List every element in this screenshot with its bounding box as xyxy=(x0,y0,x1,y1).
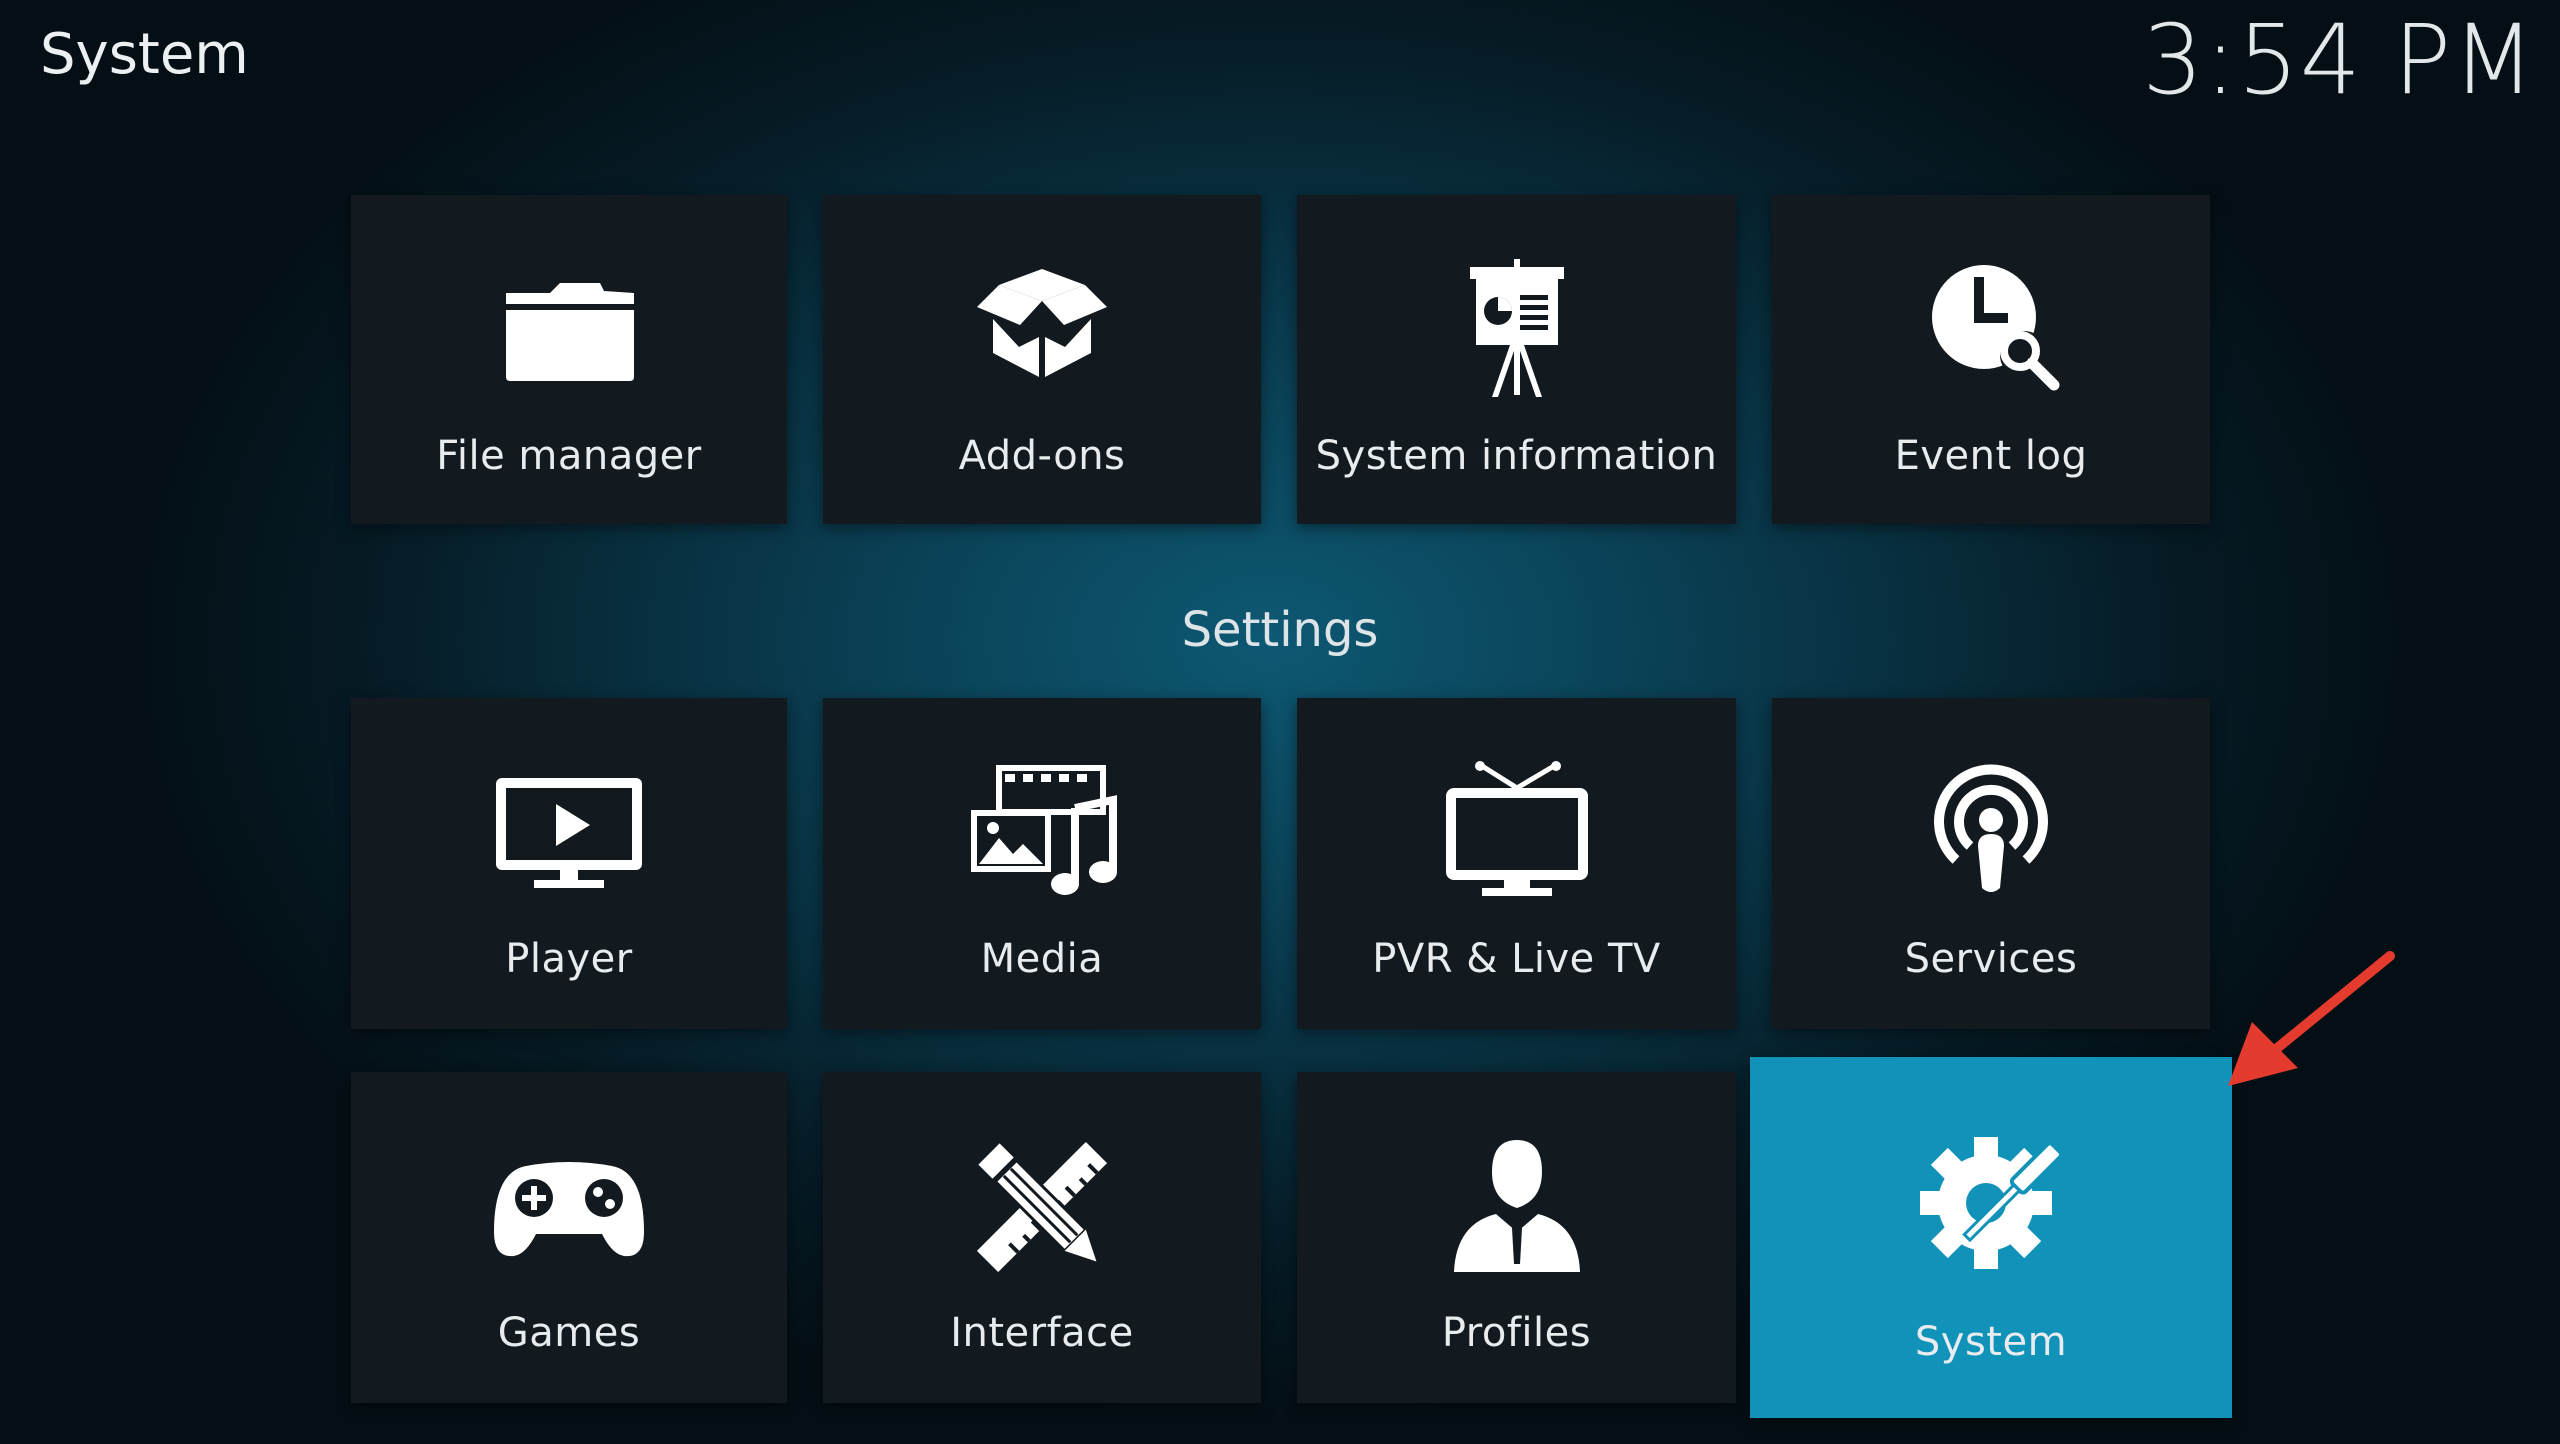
tile-pvr-live-tv[interactable]: PVR & Live TV xyxy=(1297,698,1736,1029)
tile-label: System information xyxy=(1315,433,1718,479)
settings-section-heading: Settings xyxy=(1181,602,1379,658)
tile-label: Services xyxy=(1904,936,2078,982)
media-collage-icon xyxy=(957,758,1127,908)
pencil-ruler-icon xyxy=(957,1132,1127,1282)
tile-event-log[interactable]: Event log xyxy=(1772,195,2210,524)
tile-player[interactable]: Player xyxy=(351,698,787,1029)
tile-label: Profiles xyxy=(1441,1310,1592,1356)
tile-label: Games xyxy=(497,1310,641,1356)
monitor-play-icon xyxy=(484,758,654,908)
tile-system-information[interactable]: System information xyxy=(1297,195,1736,524)
tile-label: Interface xyxy=(950,1310,1134,1356)
tile-interface[interactable]: Interface xyxy=(823,1072,1261,1403)
presentation-board-icon xyxy=(1432,255,1602,405)
person-silhouette-icon xyxy=(1432,1132,1602,1282)
gear-screwdriver-icon xyxy=(1906,1127,2076,1277)
tile-services[interactable]: Services xyxy=(1772,698,2210,1029)
tile-media[interactable]: Media xyxy=(823,698,1261,1029)
tv-antenna-icon xyxy=(1432,758,1602,908)
annotation-arrow-icon xyxy=(2228,951,2395,1086)
tile-system[interactable]: System xyxy=(1750,1057,2232,1418)
tile-label: Player xyxy=(505,936,633,982)
tile-profiles[interactable]: Profiles xyxy=(1297,1072,1736,1403)
clock-search-icon xyxy=(1906,255,2076,405)
tile-label: Media xyxy=(980,936,1104,982)
tile-label: Add-ons xyxy=(958,433,1126,479)
tile-file-manager[interactable]: File manager xyxy=(351,195,787,524)
header-title: System xyxy=(40,22,249,87)
folder-icon xyxy=(484,255,654,405)
tile-label: Event log xyxy=(1894,433,2088,479)
tile-label: PVR & Live TV xyxy=(1372,936,1661,982)
tile-label: File manager xyxy=(436,433,702,479)
tile-add-ons[interactable]: Add-ons xyxy=(823,195,1261,524)
gamepad-icon xyxy=(484,1132,654,1282)
open-box-icon xyxy=(957,255,1127,405)
broadcast-podcast-icon xyxy=(1906,758,2076,908)
clock: 3:54 PM xyxy=(2142,4,2536,116)
tile-label: System xyxy=(1914,1319,2068,1365)
tile-games[interactable]: Games xyxy=(351,1072,787,1403)
